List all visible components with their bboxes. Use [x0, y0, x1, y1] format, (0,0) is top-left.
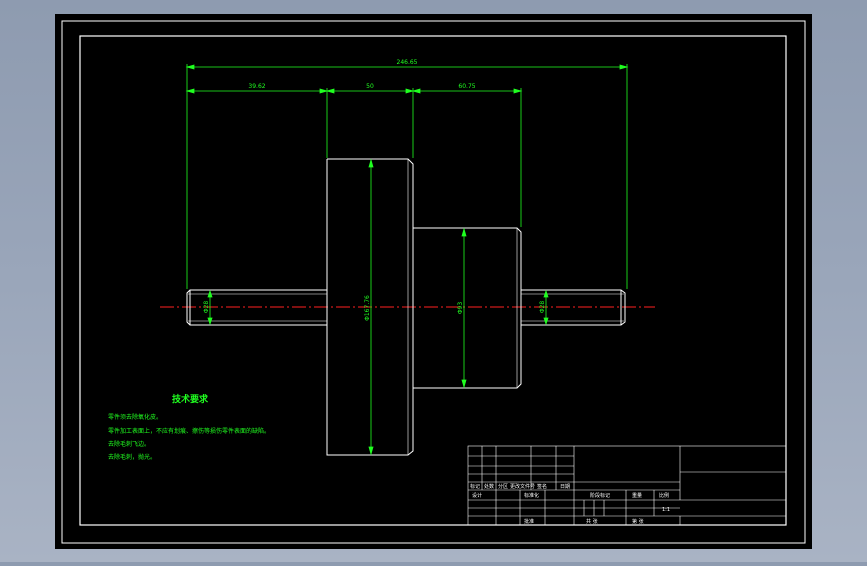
tb-stage-label: 阶段标记: [590, 492, 610, 499]
dim-flange-dia: Φ167.76: [364, 295, 371, 321]
dim-overall-length: 246.65: [397, 59, 418, 66]
note-item: 零件须去除氧化皮。: [108, 413, 162, 421]
drawing-sheet: [55, 14, 812, 549]
tb-label: 日期: [560, 484, 570, 490]
tb-weight-label: 重量: [632, 492, 642, 499]
dim-hub-length: 60.75: [458, 83, 475, 90]
tb-scale-label: 比例: [659, 492, 669, 499]
tb-scale-value: 1:1: [662, 507, 670, 513]
note-item: 零件加工表面上，不应有划痕、擦伤等损伤零件表面的缺陷。: [108, 427, 270, 435]
tb-sheet: 第 张: [632, 518, 644, 525]
note-item: 去除毛刺飞边。: [108, 440, 150, 448]
tb-label: 处数: [484, 483, 494, 490]
dim-right-shaft-dia: Φ28: [539, 301, 546, 314]
dim-left-shaft-length: 39.62: [248, 83, 265, 90]
tb-label: 分区: [498, 483, 508, 490]
tb-approve-label: 批准: [524, 518, 534, 525]
tb-label: 更改文件号: [510, 483, 535, 490]
tb-label: 签名: [537, 483, 547, 490]
notes-title: 技术要求: [172, 393, 209, 405]
tb-standardize-label: 标准化: [524, 492, 539, 499]
tb-design-label: 设计: [472, 492, 482, 499]
dim-hub-dia: Φ93: [457, 302, 464, 315]
note-item: 去除毛刺，抛光。: [108, 453, 156, 461]
tb-sheet-total: 共 张: [586, 518, 598, 525]
dim-left-shaft-dia: Φ28: [203, 301, 210, 314]
dim-flange-length: 50: [366, 83, 374, 90]
cad-viewport[interactable]: 246.65 39.62 50 60.75 Φ28 Φ167.76 Φ93 Φ2…: [0, 0, 867, 562]
drawing-canvas[interactable]: 246.65 39.62 50 60.75 Φ28 Φ167.76 Φ93 Φ2…: [0, 0, 867, 562]
tb-label: 标记: [470, 483, 480, 490]
